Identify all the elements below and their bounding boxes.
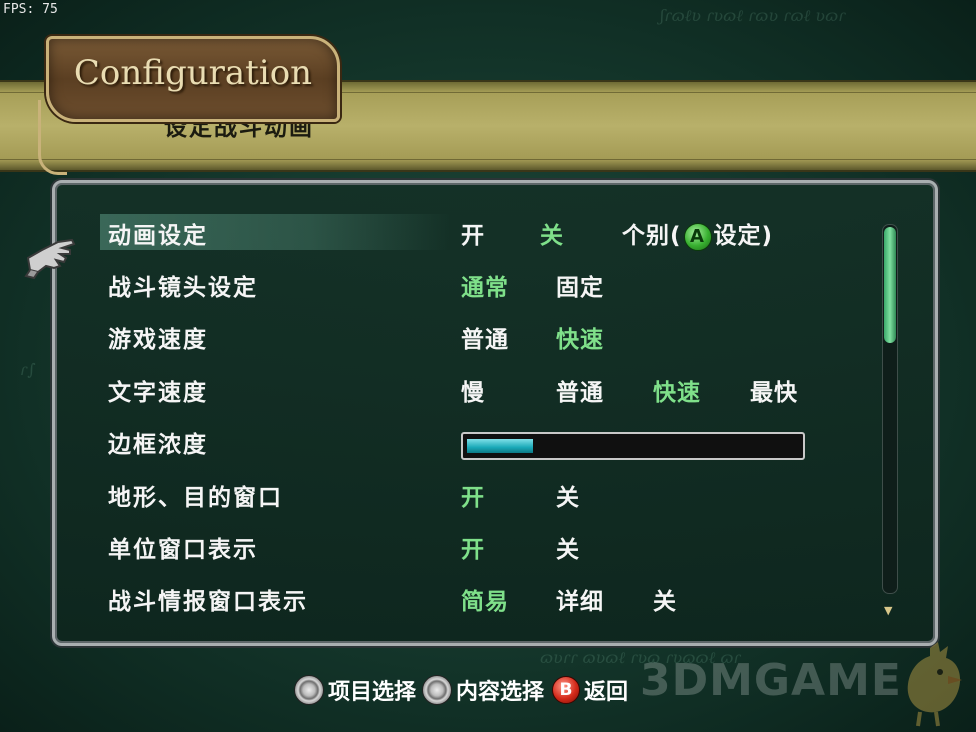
option-text-speed-fastest[interactable]: 最快 [750, 373, 798, 407]
background-decoration: ʃɾɷℓʋ ɾʋɷℓ ɾɷʋ ɾɷℓ ʋɷɾ [660, 6, 846, 25]
watermark: 3DMGAME [640, 655, 902, 706]
option-battle-info-off[interactable]: 关 [653, 582, 677, 616]
right-stick-icon [422, 675, 453, 705]
option-game-speed-fast[interactable]: 快速 [556, 320, 604, 354]
scrollbar[interactable] [882, 224, 898, 594]
option-game-speed-normal[interactable]: 普通 [461, 320, 509, 354]
option-camera-normal[interactable]: 通常 [461, 268, 509, 302]
option-battle-info-simple[interactable]: 简易 [461, 582, 509, 616]
slider-fill [467, 439, 533, 453]
hint-item-select: 项目选择 [328, 680, 417, 705]
option-camera-fixed[interactable]: 固定 [556, 268, 604, 302]
b-button-icon: B [552, 676, 581, 704]
page-title: Configuration [73, 53, 313, 93]
setting-label-unit-window[interactable]: 单位窗口表示 [108, 530, 258, 564]
setting-label-battle-info-window[interactable]: 战斗情报窗口表示 [108, 582, 308, 616]
a-button-icon: A [683, 222, 712, 251]
option-animation-on[interactable]: 开 [461, 216, 485, 250]
controls-hint-bar: 项目选择 内容选择 B 返回 [294, 672, 628, 708]
fps-counter: FPS: 75 [3, 2, 58, 17]
title-plate: Configuration [46, 36, 340, 122]
setting-label-terrain-window[interactable]: 地形、目的窗口 [108, 478, 283, 512]
option-animation-off[interactable]: 关 [540, 216, 564, 250]
left-stick-icon [294, 675, 324, 705]
option-individual-settings: 设定) [713, 223, 774, 249]
scroll-down-icon: ▼ [884, 604, 893, 617]
option-text-speed-fast[interactable]: 快速 [653, 373, 701, 407]
background-decoration: ɾ∫ [20, 360, 36, 379]
hint-back: 返回 [584, 680, 629, 705]
setting-label-game-speed[interactable]: 游戏速度 [108, 320, 208, 354]
option-text-speed-normal[interactable]: 普通 [556, 373, 604, 407]
option-terrain-window-on[interactable]: 开 [461, 478, 485, 512]
setting-label-frame-opacity[interactable]: 边框浓度 [108, 425, 208, 459]
option-text-speed-slow[interactable]: 慢 [461, 373, 485, 407]
setting-label-animation[interactable]: 动画设定 [108, 216, 208, 250]
chocobo-watermark-icon [907, 642, 962, 727]
option-battle-info-detailed[interactable]: 详细 [556, 582, 604, 616]
option-terrain-window-off[interactable]: 关 [556, 478, 580, 512]
scrollbar-thumb[interactable] [884, 227, 896, 343]
option-unit-window-off[interactable]: 关 [556, 530, 580, 564]
setting-label-text-speed[interactable]: 文字速度 [108, 373, 208, 407]
option-animation-individual[interactable]: 个别(A 设定) [622, 216, 773, 251]
pointer-hand-icon [24, 238, 76, 280]
hint-content-select: 内容选择 [456, 680, 545, 705]
setting-label-battle-camera[interactable]: 战斗镜头设定 [108, 268, 258, 302]
option-unit-window-on[interactable]: 开 [461, 530, 485, 564]
option-individual-label: 个别( [622, 223, 682, 249]
frame-opacity-slider[interactable] [461, 432, 805, 460]
